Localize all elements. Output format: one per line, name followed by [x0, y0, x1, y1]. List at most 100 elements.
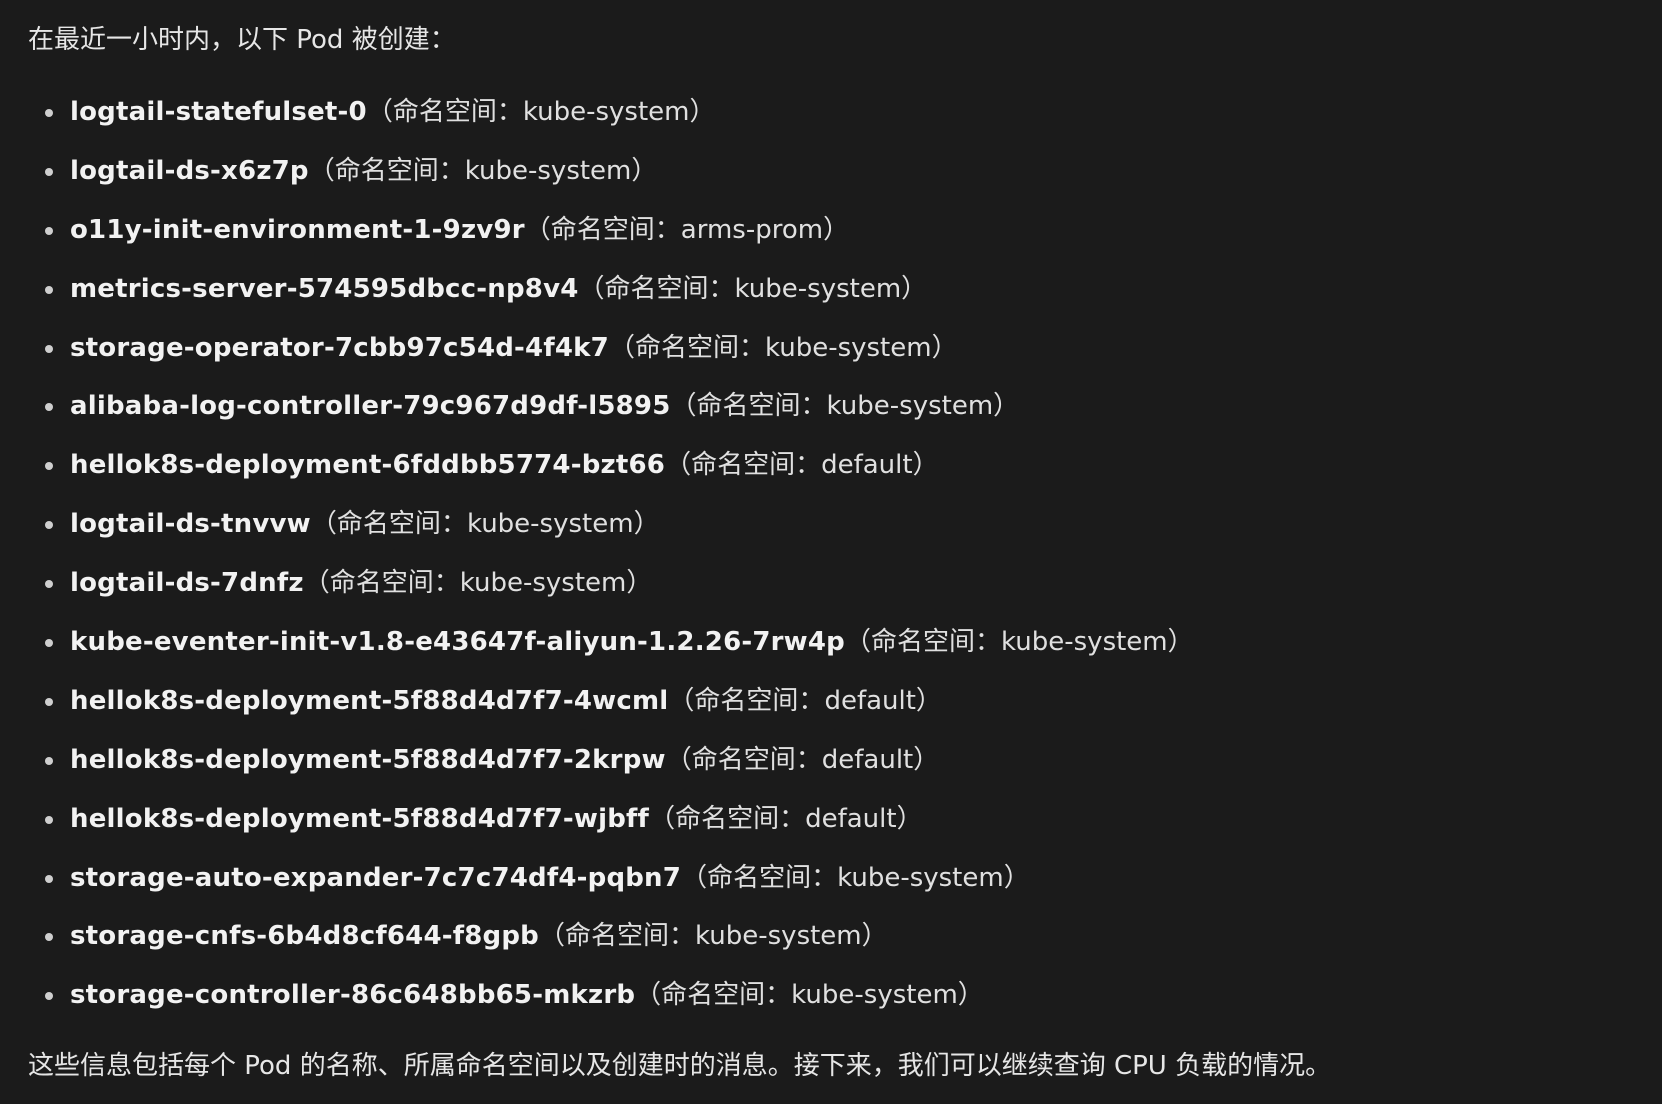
namespace-prefix: （命名空间： — [310, 509, 467, 540]
namespace-suffix: ） — [1003, 862, 1030, 893]
pod-namespace: kube-system — [764, 332, 932, 363]
pod-namespace: kube-system — [734, 273, 902, 304]
pod-namespace: default — [821, 744, 914, 775]
pod-name: logtail-ds-7dnfz — [70, 568, 304, 599]
namespace-suffix: ） — [915, 685, 942, 716]
namespace-suffix: ） — [1167, 627, 1194, 658]
bullet-icon — [45, 109, 53, 117]
pod-namespace: default — [821, 450, 913, 481]
list-item: storage-auto-expander-7c7c74df4-pqbn7（命名… — [0, 858, 1662, 917]
namespace-prefix: （命名空间： — [524, 214, 681, 245]
intro-text: 在最近一小时内，以下 Pod 被创建： — [28, 25, 456, 55]
namespace-prefix: （命名空间： — [303, 568, 460, 599]
bullet-icon — [45, 521, 53, 530]
pod-name: o11y-init-environment-1-9zv9r — [70, 214, 525, 245]
pod-name: hellok8s-deployment-5f88d4d7f7-4wcml — [70, 685, 669, 716]
namespace-prefix: （命名空间： — [366, 97, 523, 127]
bullet-icon — [45, 462, 53, 471]
namespace-prefix: （命名空间： — [665, 744, 822, 775]
bullet-icon — [45, 992, 53, 1001]
list-item: hellok8s-deployment-6fddbb5774-bzt66（命名空… — [0, 445, 1662, 504]
namespace-suffix: ） — [912, 450, 939, 481]
pod-namespace: kube-system — [695, 921, 862, 952]
pod-list: logtail-statefulset-0（命名空间：kube-system） l… — [0, 92, 1662, 1034]
pod-name: logtail-ds-x6z7p — [70, 155, 309, 186]
chat-message: 在最近一小时内，以下 Pod 被创建： logtail-statefulset-… — [0, 0, 1662, 1104]
bullet-icon — [45, 933, 53, 942]
namespace-suffix: ） — [993, 391, 1020, 422]
pod-name: storage-controller-86c648bb65-mkzrb — [70, 980, 636, 1011]
pod-name: storage-auto-expander-7c7c74df4-pqbn7 — [70, 862, 682, 893]
list-item: hellok8s-deployment-5f88d4d7f7-4wcml（命名空… — [0, 681, 1662, 740]
namespace-prefix: （命名空间： — [649, 803, 806, 834]
pod-namespace: kube-system — [522, 97, 690, 127]
bullet-icon — [45, 756, 53, 765]
list-item: logtail-statefulset-0（命名空间：kube-system） — [0, 92, 1662, 151]
namespace-suffix: ） — [861, 921, 888, 952]
namespace-prefix: （命名空间： — [670, 391, 827, 422]
namespace-suffix: ） — [913, 744, 940, 775]
namespace-suffix: ） — [626, 568, 653, 599]
list-item: storage-cnfs-6b4d8cf644-f8gpb（命名空间：kube-… — [0, 916, 1662, 975]
bullet-icon — [45, 580, 53, 589]
bullet-icon — [45, 167, 53, 176]
pod-name: logtail-ds-tnvvw — [70, 509, 311, 540]
pod-namespace: kube-system — [464, 155, 632, 186]
list-item: hellok8s-deployment-5f88d4d7f7-wjbff（命名空… — [0, 799, 1662, 858]
list-item: storage-operator-7cbb97c54d-4f4k7（命名空间：k… — [0, 328, 1662, 387]
namespace-suffix: ） — [931, 332, 958, 363]
bullet-icon — [45, 285, 53, 294]
pod-namespace: arms-prom — [680, 214, 824, 245]
pod-name: storage-operator-7cbb97c54d-4f4k7 — [70, 332, 609, 363]
namespace-prefix: （命名空间： — [608, 332, 765, 363]
list-item: storage-controller-86c648bb65-mkzrb（命名空间… — [0, 975, 1662, 1034]
list-item: metrics-server-574595dbcc-np8v4（命名空间：kub… — [0, 269, 1662, 328]
bullet-icon — [45, 874, 53, 883]
pod-namespace: kube-system — [791, 980, 958, 1011]
list-item: kube-eventer-init-v1.8-e43647f-aliyun-1.… — [0, 622, 1662, 681]
pod-name: kube-eventer-init-v1.8-e43647f-aliyun-1.… — [70, 627, 845, 658]
bullet-icon — [45, 403, 53, 412]
pod-name: hellok8s-deployment-5f88d4d7f7-2krpw — [70, 744, 666, 775]
pod-name: hellok8s-deployment-5f88d4d7f7-wjbff — [70, 803, 650, 834]
pod-name: alibaba-log-controller-79c967d9df-l5895 — [70, 391, 671, 422]
pod-namespace: kube-system — [837, 862, 1004, 893]
pod-namespace: kube-system — [1001, 627, 1168, 658]
pod-namespace: default — [805, 803, 897, 834]
namespace-suffix: ） — [631, 155, 658, 186]
namespace-prefix: （命名空间： — [668, 685, 825, 716]
pod-namespace: kube-system — [466, 509, 634, 540]
namespace-suffix: ） — [689, 97, 716, 127]
namespace-prefix: （命名空间： — [681, 862, 838, 893]
list-item: o11y-init-environment-1-9zv9r（命名空间：arms-… — [0, 210, 1662, 269]
namespace-prefix: （命名空间： — [845, 627, 1002, 658]
pod-name: metrics-server-574595dbcc-np8v4 — [70, 273, 579, 304]
namespace-prefix: （命名空间： — [578, 273, 735, 304]
bullet-icon — [45, 639, 53, 648]
pod-namespace: kube-system — [826, 391, 994, 422]
summary-text: 这些信息包括每个 Pod 的名称、所属命名空间以及创建时的消息。接下来，我们可以… — [28, 1051, 1332, 1081]
bullet-icon — [45, 226, 53, 235]
pod-namespace: kube-system — [459, 568, 627, 599]
pod-name: hellok8s-deployment-6fddbb5774-bzt66 — [70, 450, 666, 481]
bullet-icon — [45, 697, 53, 706]
namespace-suffix: ） — [901, 273, 928, 304]
list-item: alibaba-log-controller-79c967d9df-l5895（… — [0, 386, 1662, 445]
pod-name: logtail-statefulset-0 — [70, 97, 367, 127]
list-item: logtail-ds-x6z7p（命名空间：kube-system） — [0, 151, 1662, 210]
namespace-prefix: （命名空间： — [635, 980, 792, 1011]
list-item: hellok8s-deployment-5f88d4d7f7-2krpw（命名空… — [0, 740, 1662, 799]
namespace-suffix: ） — [633, 509, 660, 540]
namespace-suffix: ） — [823, 214, 850, 245]
list-item: logtail-ds-7dnfz（命名空间：kube-system） — [0, 563, 1662, 622]
namespace-suffix: ） — [957, 980, 984, 1011]
namespace-suffix: ） — [896, 803, 923, 834]
namespace-prefix: （命名空间： — [308, 155, 465, 186]
bullet-icon — [45, 344, 53, 353]
pod-name: storage-cnfs-6b4d8cf644-f8gpb — [70, 921, 539, 952]
namespace-prefix: （命名空间： — [539, 921, 696, 952]
list-item: logtail-ds-tnvvw（命名空间：kube-system） — [0, 504, 1662, 563]
pod-namespace: default — [824, 685, 916, 716]
bullet-icon — [45, 815, 53, 824]
namespace-prefix: （命名空间： — [665, 450, 822, 481]
